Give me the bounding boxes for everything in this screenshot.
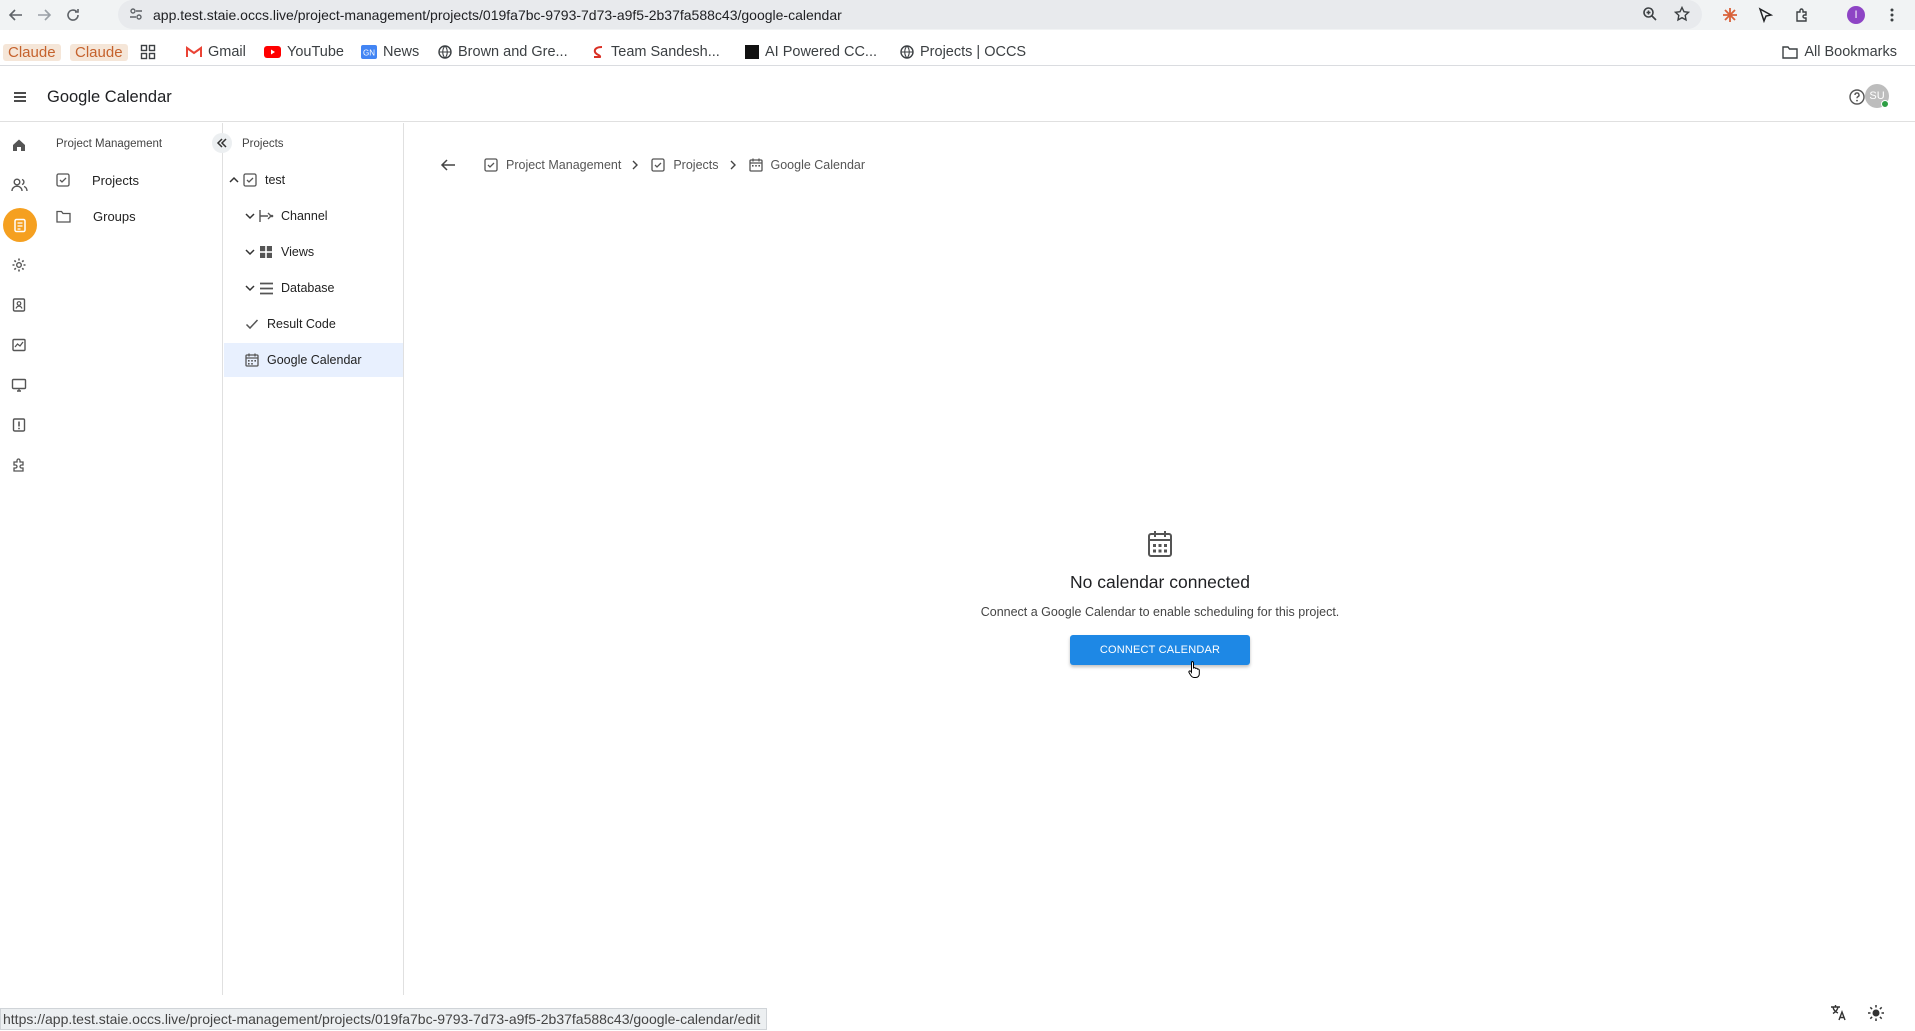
calendar-icon: [243, 353, 261, 367]
svg-text:GN: GN: [363, 49, 375, 58]
bookmarks-bar: Claude Claude Gmail YouTube GN News Brow…: [0, 36, 1915, 66]
bookmark-star-icon[interactable]: [1674, 6, 1690, 22]
bookmark-news[interactable]: GN News: [361, 42, 419, 62]
home-icon[interactable]: [7, 133, 31, 157]
browser-toolbar: app.test.staie.occs.live/project-managem…: [0, 0, 1915, 30]
bookmark-ai-powered[interactable]: AI Powered CC...: [745, 42, 877, 62]
section-heading: Project Management: [56, 138, 163, 150]
ai-powered-icon: [745, 45, 759, 59]
news-icon: GN: [361, 45, 377, 59]
back-arrow-icon[interactable]: [440, 158, 456, 172]
url-text: app.test.staie.occs.live/project-managem…: [153, 7, 842, 23]
bookmark-youtube[interactable]: YouTube: [264, 42, 344, 62]
profile-icon[interactable]: I: [1846, 5, 1866, 25]
check-icon: [243, 318, 261, 330]
back-icon[interactable]: [5, 4, 27, 26]
breadcrumb-projects[interactable]: Projects: [651, 158, 719, 172]
project-management-icon[interactable]: [3, 208, 37, 242]
tree-item-views[interactable]: Views: [224, 235, 403, 269]
empty-state-title: No calendar connected: [1070, 572, 1250, 592]
all-bookmarks[interactable]: All Bookmarks: [1782, 42, 1897, 62]
checkbox-icon: [56, 173, 70, 187]
brightness-icon[interactable]: [1867, 1004, 1885, 1022]
chevron-right-icon: [729, 160, 737, 170]
online-status-dot: [1881, 100, 1889, 108]
chevron-right-icon: [631, 160, 639, 170]
monitor-icon[interactable]: [7, 373, 31, 397]
status-bar-url: https://app.test.staie.occs.live/project…: [0, 1008, 768, 1030]
left-rail: [0, 123, 38, 1003]
breadcrumb: Project Management Projects Google Calen…: [440, 155, 865, 175]
team-sandesh-icon: [593, 46, 603, 58]
avatar[interactable]: SU: [1865, 84, 1889, 108]
empty-state: No calendar connected Connect a Google C…: [405, 530, 1915, 665]
projects-tree-panel: Projects test Channel Views Database Res…: [224, 123, 404, 995]
help-icon[interactable]: [1848, 88, 1866, 106]
empty-state-description: Connect a Google Calendar to enable sche…: [980, 605, 1340, 619]
connect-calendar-button[interactable]: CONNECT CALENDAR: [1070, 635, 1250, 665]
contacts-icon[interactable]: [7, 293, 31, 317]
app-header: Google Calendar SU: [0, 74, 1915, 122]
channel-flow-icon: [257, 209, 275, 223]
gmail-icon: [186, 46, 202, 57]
bookmark-brown-and-gre[interactable]: Brown and Gre...: [438, 42, 568, 62]
apps-grid-icon[interactable]: [140, 42, 156, 62]
globe-icon: [900, 45, 914, 59]
bookmark-team-sandesh[interactable]: Team Sandesh...: [591, 42, 720, 62]
checkbox-icon: [484, 158, 498, 172]
tree-item-channel[interactable]: Channel: [224, 199, 403, 233]
tree-heading: Projects: [242, 138, 284, 150]
users-icon[interactable]: [7, 173, 31, 197]
grid-views-icon: [257, 245, 275, 259]
alert-report-icon[interactable]: [7, 413, 31, 437]
globe-icon: [438, 45, 452, 59]
youtube-icon: [264, 46, 281, 58]
zoom-icon[interactable]: [1642, 6, 1658, 22]
settings-gear-icon[interactable]: [7, 253, 31, 277]
calendar-icon: [1147, 530, 1173, 558]
checkbox-icon: [241, 173, 259, 187]
reload-icon[interactable]: [62, 4, 84, 26]
chevron-down-icon[interactable]: [243, 283, 257, 293]
translate-icon[interactable]: [1830, 1004, 1848, 1022]
chevron-up-icon[interactable]: [227, 175, 241, 185]
analytics-icon[interactable]: [7, 333, 31, 357]
sidebar-item-groups[interactable]: Groups: [56, 206, 136, 226]
tree-item-result-code[interactable]: Result Code: [224, 307, 403, 341]
chevron-down-icon[interactable]: [243, 247, 257, 257]
claude-extension-icon[interactable]: [1720, 5, 1740, 25]
checkbox-icon: [651, 158, 665, 172]
folder-icon: [1782, 46, 1799, 59]
tree-item-google-calendar[interactable]: Google Calendar: [224, 343, 403, 377]
bookmark-claude-1[interactable]: Claude: [3, 42, 61, 62]
breadcrumb-google-calendar: Google Calendar: [748, 158, 865, 172]
bookmark-gmail[interactable]: Gmail: [186, 42, 246, 62]
extensions-puzzle-icon[interactable]: [1792, 5, 1812, 25]
tree-item-test[interactable]: test: [224, 163, 403, 197]
bookmark-projects-occs[interactable]: Projects | OCCS: [900, 42, 1026, 62]
forward-icon[interactable]: [33, 4, 55, 26]
database-list-icon: [257, 282, 275, 295]
cursor-extension-icon[interactable]: [1755, 5, 1775, 25]
calendar-icon: [748, 158, 763, 172]
page-title: Google Calendar: [47, 88, 172, 106]
section-sidebar: Project Management Projects Groups: [40, 123, 232, 995]
hamburger-menu-icon[interactable]: [11, 88, 29, 106]
site-info-icon[interactable]: [129, 7, 143, 21]
breadcrumb-project-management[interactable]: Project Management: [484, 158, 621, 172]
integrations-puzzle-icon[interactable]: [7, 453, 31, 477]
sidebar-item-projects[interactable]: Projects: [56, 170, 139, 190]
bookmark-claude-2[interactable]: Claude: [70, 42, 128, 62]
chevron-down-icon[interactable]: [243, 211, 257, 221]
hand-cursor-icon: [1188, 660, 1202, 678]
address-bar[interactable]: app.test.staie.occs.live/project-managem…: [118, 0, 1702, 29]
browser-menu-icon[interactable]: [1882, 5, 1902, 25]
folder-icon: [56, 210, 71, 223]
tree-item-database[interactable]: Database: [224, 271, 403, 305]
